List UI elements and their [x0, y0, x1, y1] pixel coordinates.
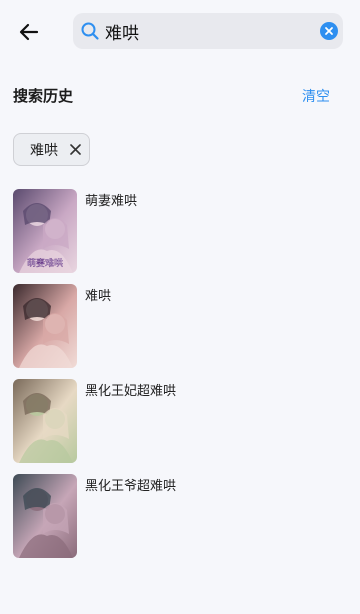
result-item[interactable]: 萌妻难哄 萌妻难哄 [13, 189, 353, 273]
clear-search-button[interactable] [320, 22, 338, 40]
cover-illustration: 萌妻难哄 [13, 189, 77, 273]
search-history-title: 搜索历史 [13, 87, 74, 105]
remove-chip-button[interactable] [68, 143, 82, 157]
search-icon [81, 22, 99, 40]
cover-illustration [13, 474, 77, 558]
result-item[interactable]: 黑化王妃超难哄 [13, 379, 353, 463]
close-icon [69, 144, 81, 155]
result-item[interactable]: 黑化王爷超难哄 [13, 474, 353, 558]
cover-illustration [13, 379, 77, 463]
cover-caption: 萌妻难哄 [27, 257, 63, 269]
search-results-list: 萌妻难哄 萌妻难哄 难哄 黑化王妃超难哄 黑化王爷超难哄 [13, 189, 353, 569]
result-item[interactable]: 难哄 [13, 284, 353, 368]
back-button[interactable] [14, 17, 44, 47]
comic-cover: 萌妻难哄 [13, 189, 77, 273]
cover-illustration [13, 284, 77, 368]
search-input[interactable] [105, 19, 305, 43]
close-icon [325, 27, 333, 35]
history-chip-label[interactable]: 难哄 [30, 140, 58, 160]
result-title: 黑化王妃超难哄 [85, 384, 177, 399]
comic-cover [13, 379, 77, 463]
result-title: 黑化王爷超难哄 [85, 479, 177, 494]
comic-cover [13, 474, 77, 558]
top-bar [0, 0, 360, 62]
clear-history-button[interactable]: 清空 [302, 86, 330, 106]
history-chip[interactable]: 难哄 [13, 133, 90, 166]
arrow-left-icon [19, 23, 39, 41]
result-title: 难哄 [85, 289, 112, 304]
comic-cover [13, 284, 77, 368]
search-box[interactable] [73, 13, 343, 49]
result-title: 萌妻难哄 [85, 194, 138, 209]
